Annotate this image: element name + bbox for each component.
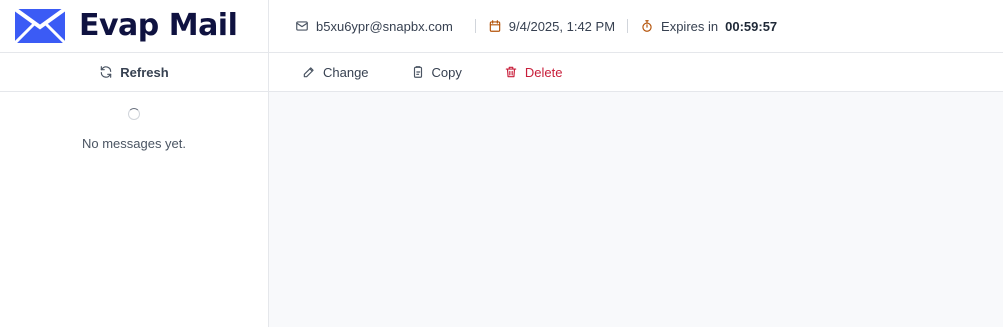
pencil-icon xyxy=(302,65,316,79)
delete-button[interactable]: Delete xyxy=(504,64,563,80)
refresh-label: Refresh xyxy=(120,64,169,80)
refresh-icon xyxy=(99,65,113,79)
clipboard-copy-icon xyxy=(411,65,425,79)
app-window: Evap Mail Refresh No messages yet. b5xu6… xyxy=(0,0,1003,327)
copy-button[interactable]: Copy xyxy=(411,65,462,80)
created-time: 9/4/2025, 1:42 PM xyxy=(488,19,615,34)
brand-logo[interactable]: Evap Mail xyxy=(15,8,238,44)
created-text: 9/4/2025, 1:42 PM xyxy=(508,18,616,34)
sidebar: Evap Mail Refresh No messages yet. xyxy=(0,0,269,327)
address-toolbar: Change Copy Delete xyxy=(269,52,1003,92)
stopwatch-icon xyxy=(640,19,654,33)
empty-state: No messages yet. xyxy=(0,108,268,151)
message-view-pane xyxy=(269,92,1003,327)
address-header: b5xu6ypr@snapbx.com 9/4/2025, 1:42 PM Ex… xyxy=(269,0,1003,52)
email-address[interactable]: b5xu6ypr@snapbx.com xyxy=(295,19,453,34)
empty-message: No messages yet. xyxy=(81,136,187,151)
divider xyxy=(474,19,476,33)
expires-countdown: 00:59:57 xyxy=(725,18,778,34)
change-button[interactable]: Change xyxy=(302,65,369,80)
expires-label: Expires in xyxy=(661,18,719,34)
calendar-icon xyxy=(488,19,502,33)
sidebar-toolbar: Refresh xyxy=(0,52,268,92)
brand-name: Evap Mail xyxy=(79,8,238,43)
mail-icon xyxy=(295,19,309,33)
copy-label: Copy xyxy=(431,64,462,80)
trash-icon xyxy=(504,65,518,79)
loading-spinner-icon xyxy=(128,108,140,120)
expiry-timer: Expires in 00:59:57 xyxy=(640,19,777,34)
delete-label: Delete xyxy=(524,64,563,80)
email-text: b5xu6ypr@snapbx.com xyxy=(316,18,453,34)
change-label: Change xyxy=(323,64,369,80)
divider xyxy=(627,19,629,33)
refresh-button[interactable]: Refresh xyxy=(99,64,169,80)
envelope-logo-icon xyxy=(15,9,65,43)
